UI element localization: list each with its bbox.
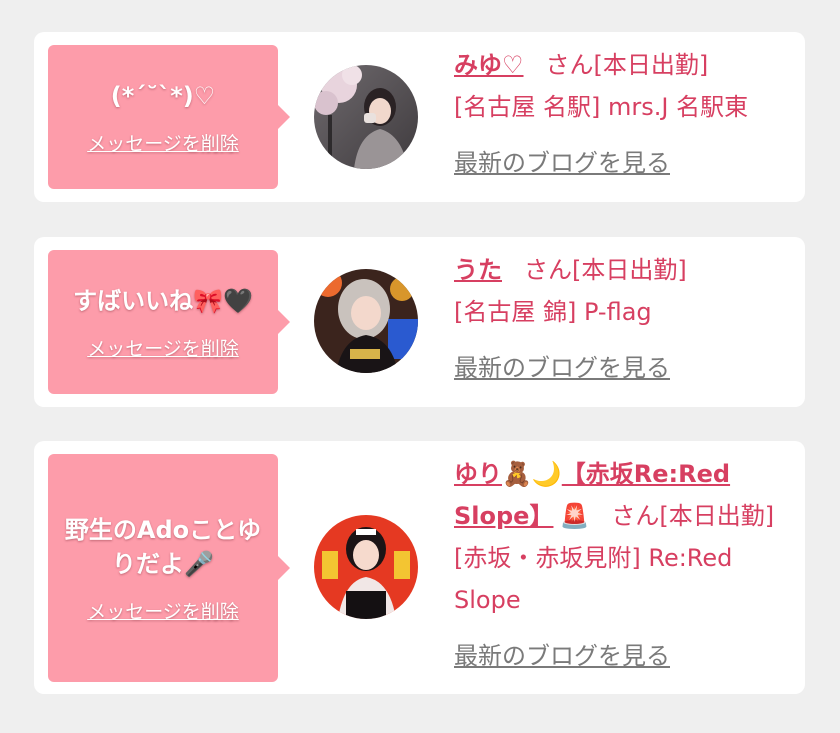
- blog-line: 最新のブログを見る: [454, 347, 794, 389]
- cast-status: さん[本日出勤]: [611, 502, 775, 530]
- cast-name-part: 【赤坂Re:Red: [561, 460, 731, 488]
- shop-text: [赤坂・赤坂見附] Re:Red: [454, 544, 733, 572]
- bear-moon-icon: 🧸🌙: [502, 460, 562, 488]
- latest-blog-link[interactable]: 最新のブログを見る: [454, 149, 670, 177]
- avatar[interactable]: [314, 515, 418, 619]
- shop-text: [名古屋 名駅] mrs.J 名駅東: [454, 93, 749, 121]
- siren-icon: 🚨: [559, 502, 590, 530]
- message-text-line: りだよ🎤: [112, 549, 214, 578]
- cast-name-link[interactable]: ゆり🧸🌙【赤坂Re:Red: [454, 460, 730, 488]
- cast-name-link[interactable]: うた: [454, 256, 502, 284]
- cast-line: みゆ♡ さん[本日出勤]: [454, 44, 794, 86]
- favorite-card: 野生のAdoことゆ りだよ🎤 メッセージを削除 ゆり🧸🌙【赤坂Re:Red Sl…: [34, 441, 805, 694]
- favorite-card: すばいいね🎀🖤 メッセージを削除 うた さん[本日出勤] [名古屋 錦] P-fl…: [34, 237, 805, 407]
- latest-blog-link[interactable]: 最新のブログを見る: [454, 354, 670, 382]
- delete-message-link[interactable]: メッセージを削除: [87, 334, 239, 361]
- message-bubble: 野生のAdoことゆ りだよ🎤 メッセージを削除: [48, 454, 290, 682]
- message-text: 野生のAdoことゆ りだよ🎤: [53, 513, 273, 581]
- favorite-card: (*´˘`*)♡ メッセージを削除 みゆ♡ さん[本日出勤] [名古屋 名駅] …: [34, 32, 805, 202]
- cast-name-link[interactable]: みゆ♡: [454, 51, 524, 79]
- latest-blog-link[interactable]: 最新のブログを見る: [454, 642, 670, 670]
- cast-status: さん[本日出勤]: [545, 51, 709, 79]
- cast-line: うた さん[本日出勤]: [454, 249, 794, 291]
- shop-text: Slope: [454, 586, 521, 614]
- cast-status: さん[本日出勤]: [524, 256, 687, 284]
- cast-line: Slope】 🚨 さん[本日出勤]: [454, 495, 794, 537]
- message-text: (*´˘`*)♡: [110, 81, 216, 110]
- blog-line: 最新のブログを見る: [454, 142, 794, 184]
- cast-info: みゆ♡ さん[本日出勤] [名古屋 名駅] mrs.J 名駅東 最新のブログを見る: [454, 44, 794, 184]
- cast-info: ゆり🧸🌙【赤坂Re:Red Slope】 🚨 さん[本日出勤] [赤坂・赤坂見附] …: [454, 453, 794, 677]
- cast-name-part: ゆり: [454, 460, 502, 488]
- delete-message-link[interactable]: メッセージを削除: [87, 129, 239, 156]
- blog-line: 最新のブログを見る: [454, 635, 794, 677]
- shop-text: [名古屋 錦] P-flag: [454, 298, 652, 326]
- avatar[interactable]: [314, 65, 418, 169]
- cast-line: ゆり🧸🌙【赤坂Re:Red: [454, 453, 794, 495]
- cast-info: うた さん[本日出勤] [名古屋 錦] P-flag 最新のブログを見る: [454, 249, 794, 389]
- cast-name-link[interactable]: Slope】 🚨: [454, 502, 589, 530]
- message-bubble: (*´˘`*)♡ メッセージを削除: [48, 45, 290, 189]
- avatar[interactable]: [314, 269, 418, 373]
- delete-message-link[interactable]: メッセージを削除: [87, 597, 239, 624]
- message-bubble: すばいいね🎀🖤 メッセージを削除: [48, 250, 290, 394]
- cast-name-part: Slope】: [454, 502, 554, 530]
- message-text-line: 野生のAdoことゆ: [64, 515, 262, 544]
- message-text: すばいいね🎀🖤: [73, 286, 253, 315]
